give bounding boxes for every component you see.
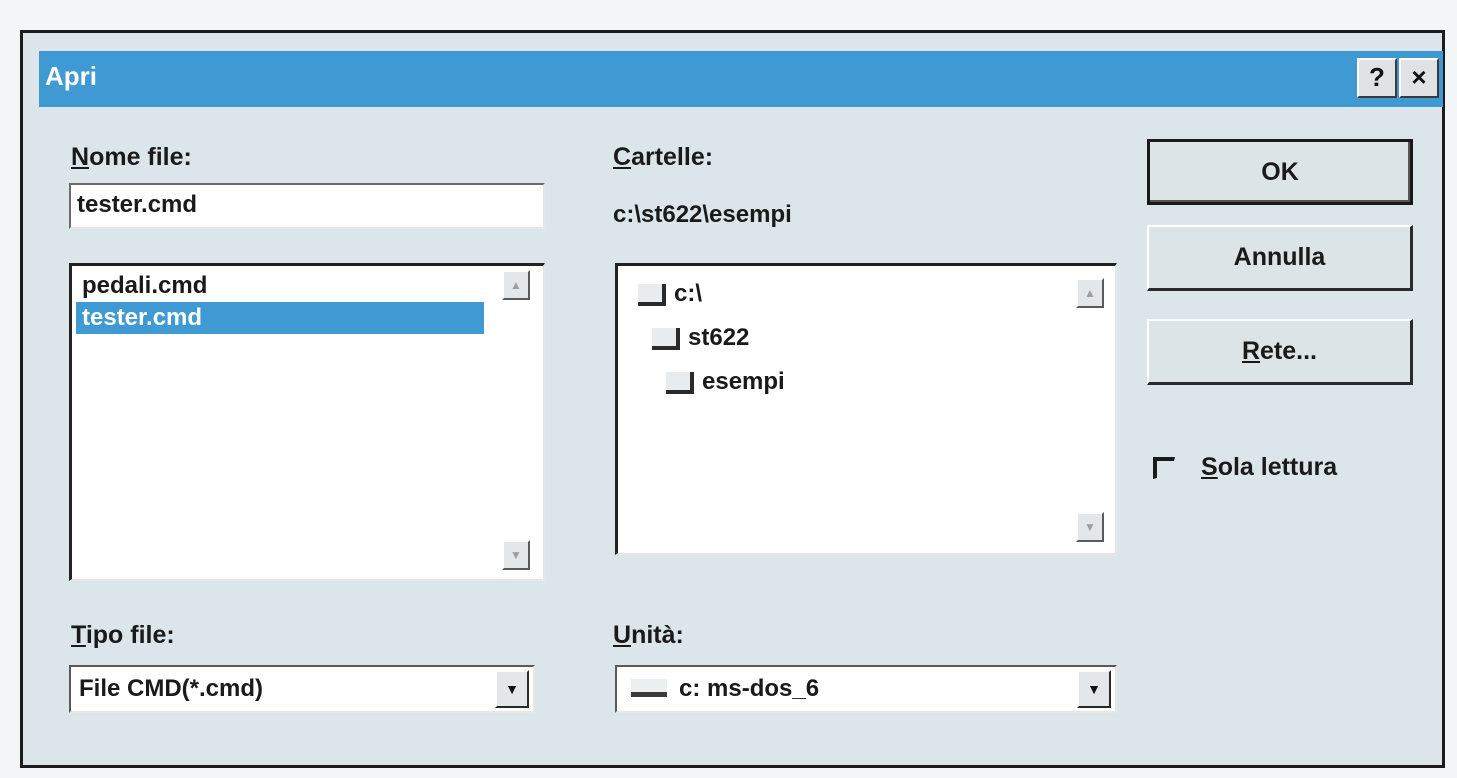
folder-tree[interactable]: c:\ st622 esempi ▲ ▼ bbox=[615, 263, 1117, 555]
file-name-value: tester.cmd bbox=[77, 191, 198, 218]
file-list-item-selected[interactable]: tester.cmd bbox=[76, 302, 484, 334]
drive-value: c: ms-dos_6 bbox=[679, 675, 820, 702]
title-bar[interactable]: Apri ? × bbox=[39, 51, 1443, 107]
file-name-label: Nome file: bbox=[71, 143, 192, 172]
file-type-accel: T bbox=[71, 621, 86, 649]
folder-item-label: c:\ bbox=[674, 280, 703, 307]
network-accel: R bbox=[1241, 337, 1261, 365]
hard-drive-icon bbox=[631, 679, 667, 697]
folder-item-label: st622 bbox=[688, 324, 750, 351]
file-name-input[interactable]: tester.cmd bbox=[69, 183, 545, 229]
current-path: c:\st622\esempi bbox=[613, 201, 792, 228]
dialog-title: Apri bbox=[45, 61, 97, 91]
help-button[interactable]: ? bbox=[1357, 58, 1397, 98]
file-type-select[interactable]: File CMD(*.cmd) ▼ bbox=[69, 665, 535, 713]
file-name-accel: N bbox=[71, 143, 90, 171]
read-only-checkbox[interactable] bbox=[1153, 457, 1175, 479]
file-list[interactable]: pedali.cmd tester.cmd ▲ ▼ bbox=[69, 263, 545, 581]
read-only-accel: S bbox=[1201, 453, 1218, 481]
close-button[interactable]: × bbox=[1399, 58, 1439, 98]
folder-tree-scroll-up-icon[interactable]: ▲ bbox=[1076, 278, 1104, 308]
file-list-scroll-up-icon[interactable]: ▲ bbox=[502, 270, 530, 300]
open-folder-icon bbox=[666, 372, 694, 394]
ok-button[interactable]: OK bbox=[1147, 139, 1413, 205]
folders-label: Cartelle: bbox=[613, 143, 713, 172]
drives-accel: U bbox=[613, 621, 632, 649]
file-name-label-text: ome file: bbox=[89, 143, 192, 171]
drive-select[interactable]: c: ms-dos_6 ▼ bbox=[615, 665, 1117, 713]
file-list-item[interactable]: pedali.cmd bbox=[76, 270, 484, 302]
file-list-scroll-down-icon[interactable]: ▼ bbox=[502, 540, 530, 570]
read-only-label[interactable]: Sola lettura bbox=[1201, 453, 1337, 482]
folder-item-root[interactable]: c:\ bbox=[638, 280, 938, 312]
network-button-text: ete... bbox=[1260, 337, 1318, 365]
folders-label-text: artelle: bbox=[631, 143, 714, 171]
drives-label: Unità: bbox=[613, 621, 684, 650]
folder-item-st622[interactable]: st622 bbox=[652, 324, 952, 356]
cancel-button[interactable]: Annulla bbox=[1147, 225, 1413, 291]
folder-tree-scroll-down-icon[interactable]: ▼ bbox=[1076, 512, 1104, 542]
chevron-down-icon[interactable]: ▼ bbox=[495, 670, 529, 708]
folder-item-label: esempi bbox=[702, 368, 785, 395]
folders-accel: C bbox=[613, 143, 632, 171]
open-dialog: Apri ? × Nome file: tester.cmd pedali.cm… bbox=[20, 30, 1445, 768]
file-type-label: Tipo file: bbox=[71, 621, 175, 650]
file-type-value: File CMD(*.cmd) bbox=[79, 675, 264, 702]
network-button[interactable]: Rete... bbox=[1147, 319, 1413, 385]
drives-label-text: nità: bbox=[631, 621, 684, 649]
open-folder-icon bbox=[638, 284, 666, 306]
open-folder-icon bbox=[652, 328, 680, 350]
folder-item-esempi[interactable]: esempi bbox=[666, 368, 966, 400]
chevron-down-icon[interactable]: ▼ bbox=[1077, 670, 1111, 708]
read-only-label-text: ola lettura bbox=[1217, 453, 1338, 481]
file-type-label-text: ipo file: bbox=[85, 621, 175, 649]
